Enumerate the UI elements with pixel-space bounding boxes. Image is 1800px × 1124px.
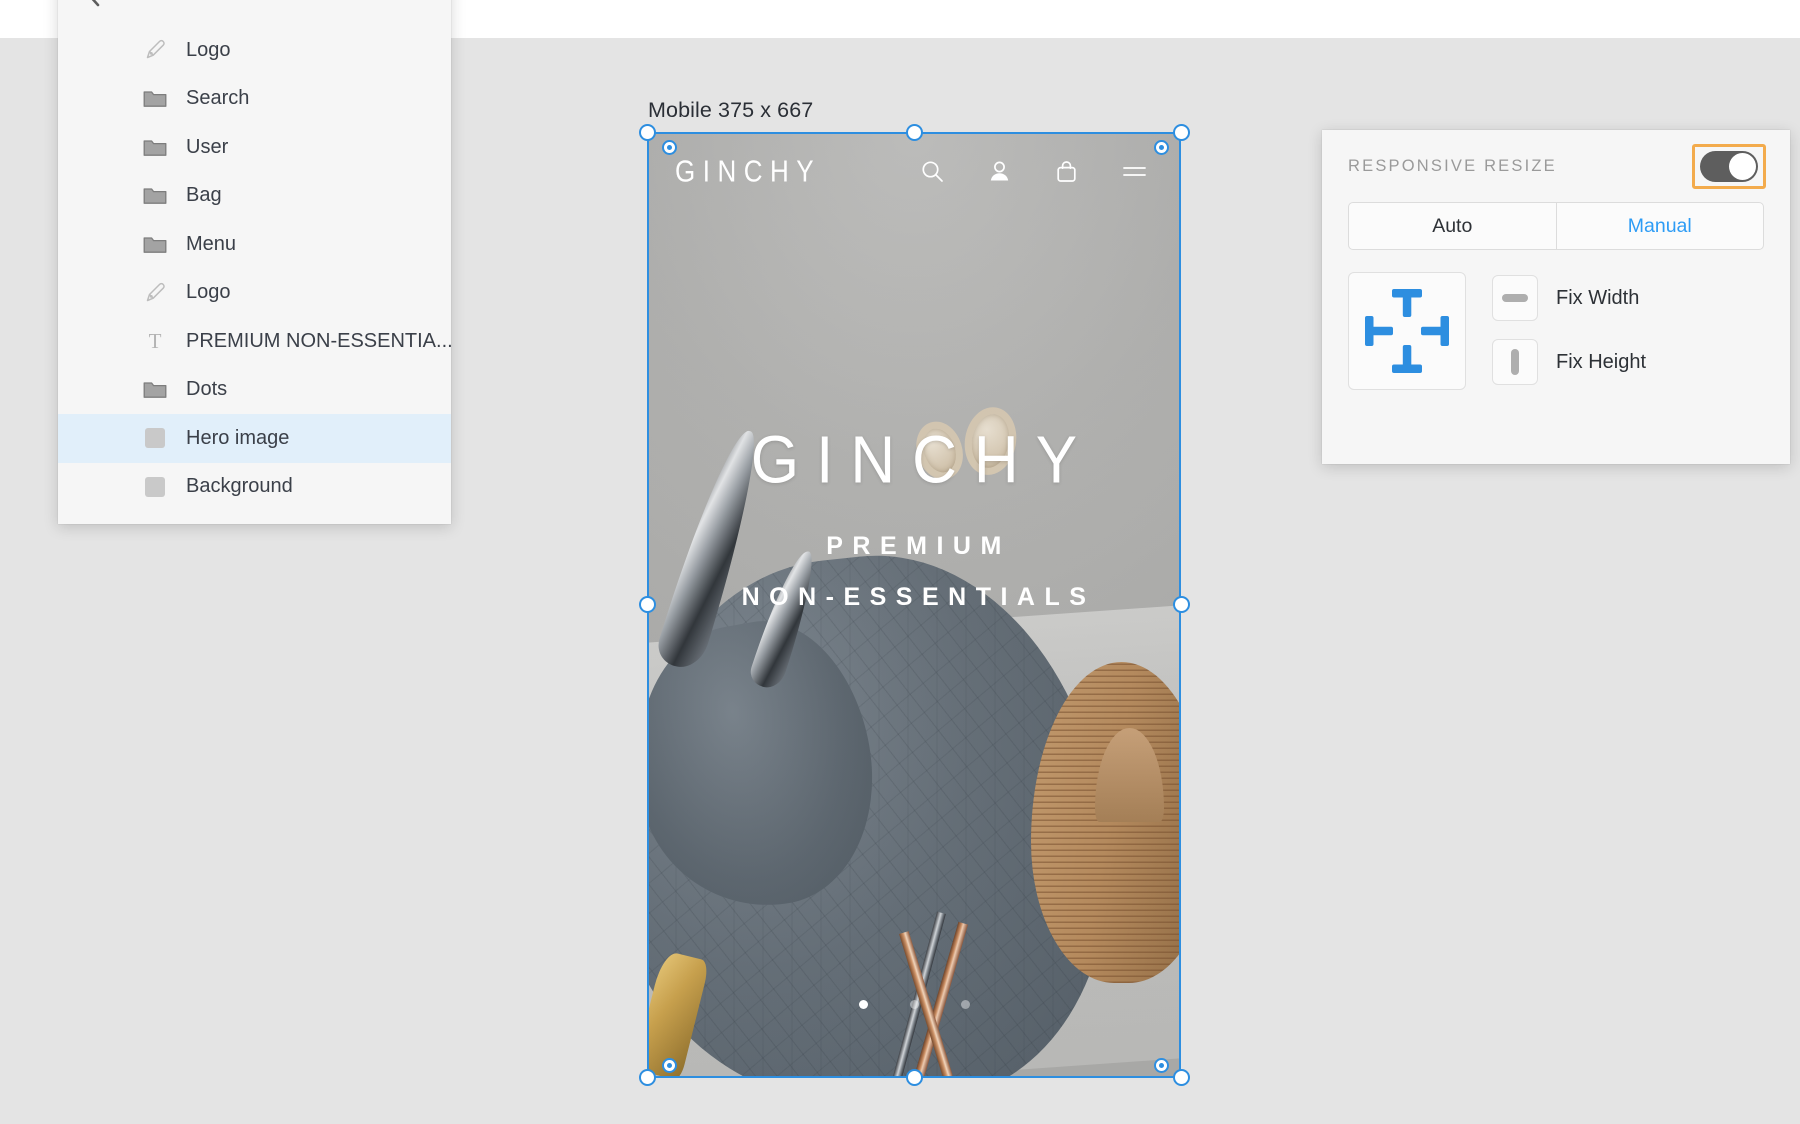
chevron-left-icon[interactable]	[80, 0, 106, 8]
folder-icon	[142, 183, 168, 209]
pen-icon	[142, 280, 168, 306]
artboard-wrapper[interactable]: GINCHY GINCHY PREMIUM NON-ESSENTIALS	[639, 124, 1190, 1086]
resize-handle-bottom-center[interactable]	[906, 1069, 923, 1086]
mobile-header: GINCHY	[648, 133, 1180, 209]
layer-row-search[interactable]: Search	[58, 75, 451, 124]
layer-label: Logo	[186, 38, 231, 61]
layer-label: User	[186, 135, 229, 158]
layer-row-bag[interactable]: Bag	[58, 172, 451, 221]
constraint-pin-right	[1421, 316, 1449, 346]
layers-panel: MOBILE 375 X 667 Logo	[58, 0, 453, 524]
layer-label: Hero image	[186, 426, 290, 449]
tab-manual[interactable]: Manual	[1555, 203, 1764, 249]
layer-label: Bag	[186, 184, 222, 207]
carousel-dots	[648, 1000, 1180, 1009]
constraint-pin-bottom	[1392, 345, 1422, 373]
fix-height-icon[interactable]	[1492, 339, 1538, 385]
toggle-knob	[1729, 152, 1756, 180]
fix-width-icon[interactable]	[1492, 275, 1538, 321]
hero-title: GINCHY	[750, 423, 1095, 498]
inspector-body: Fix Width Fix Height	[1322, 250, 1790, 390]
image-icon	[142, 425, 168, 451]
hero-subtitle-line2: NON-ESSENTIALS	[741, 583, 1096, 611]
layer-row-logo-2[interactable]: Logo	[58, 269, 451, 318]
layer-label: Search	[186, 87, 250, 110]
user-icon[interactable]	[987, 159, 1012, 184]
layer-label: Menu	[186, 232, 237, 255]
resize-handle-top-left[interactable]	[639, 124, 656, 141]
artboard-label[interactable]: Mobile 375 x 667	[648, 98, 813, 123]
layer-row-premium-text[interactable]: T PREMIUM NON-ESSENTIA...	[58, 317, 453, 366]
layers-panel-title: MOBILE 375 X 667	[118, 0, 294, 5]
menu-icon[interactable]	[1121, 159, 1148, 184]
inspector-header: RESPONSIVE RESIZE	[1322, 130, 1790, 202]
hero-copy: GINCHY PREMIUM NON-ESSENTIALS	[648, 423, 1180, 612]
layer-row-menu[interactable]: Menu	[58, 220, 451, 269]
layer-row-hero-image[interactable]: Hero image	[58, 414, 451, 463]
carousel-dot[interactable]	[960, 1000, 970, 1009]
layers-list: Logo Search User Bag Menu Logo T PREMIUM…	[58, 26, 453, 512]
resize-handle-middle-right[interactable]	[1173, 596, 1190, 613]
folder-icon	[142, 134, 168, 160]
search-icon[interactable]	[920, 159, 945, 184]
layer-row-user[interactable]: User	[58, 123, 451, 172]
artboard-mobile-375x667[interactable]: GINCHY GINCHY PREMIUM NON-ESSENTIALS	[648, 133, 1180, 1077]
layer-label: PREMIUM NON-ESSENTIA...	[186, 329, 453, 352]
constraint-pin-left	[1365, 316, 1393, 346]
resize-handle-middle-left[interactable]	[639, 596, 656, 613]
constraints-widget[interactable]	[1348, 272, 1466, 390]
resize-handle-bottom-right[interactable]	[1173, 1069, 1190, 1086]
layers-panel-header: MOBILE 375 X 667	[58, 0, 451, 26]
fix-width-label: Fix Width	[1556, 286, 1640, 309]
layer-label: Dots	[186, 378, 228, 401]
tab-auto[interactable]: Auto	[1349, 203, 1556, 249]
brand-logo[interactable]: GINCHY	[675, 153, 821, 190]
fix-options: Fix Width Fix Height	[1492, 272, 1646, 390]
resize-handle-bottom-left[interactable]	[639, 1069, 656, 1086]
hero-subtitle-line1: PREMIUM	[826, 532, 1011, 560]
image-icon	[142, 474, 168, 500]
fix-height-label: Fix Height	[1556, 350, 1647, 373]
folder-icon	[142, 86, 168, 112]
responsive-resize-panel: RESPONSIVE RESIZE Auto Manual Fix Width …	[1322, 130, 1790, 464]
header-icon-group	[920, 159, 1158, 184]
constraint-pin-top	[1392, 289, 1422, 317]
fix-width-row[interactable]: Fix Width	[1492, 275, 1646, 321]
pen-icon	[142, 37, 168, 63]
carousel-dot[interactable]	[909, 1000, 919, 1009]
layer-row-logo-1[interactable]: Logo	[58, 26, 451, 75]
resize-mode-segmented-control: Auto Manual	[1348, 202, 1764, 250]
bag-icon[interactable]	[1054, 159, 1079, 184]
layer-label: Logo	[186, 281, 231, 304]
resize-handle-top-right[interactable]	[1173, 124, 1190, 141]
resize-handle-top-center[interactable]	[906, 124, 923, 141]
carousel-dot[interactable]	[858, 1000, 868, 1009]
folder-icon	[142, 231, 168, 257]
folder-icon	[142, 377, 168, 403]
layer-row-dots[interactable]: Dots	[58, 366, 451, 415]
layer-row-background[interactable]: Background	[58, 463, 451, 512]
fix-height-row[interactable]: Fix Height	[1492, 339, 1646, 385]
app-root: MOBILE 375 X 667 Logo	[0, 0, 1800, 1124]
layer-label: Background	[186, 475, 293, 498]
text-icon: T	[148, 328, 162, 353]
responsive-resize-toggle-highlight	[1692, 143, 1766, 189]
responsive-resize-toggle[interactable]	[1700, 150, 1758, 182]
inspector-title: RESPONSIVE RESIZE	[1348, 156, 1557, 175]
